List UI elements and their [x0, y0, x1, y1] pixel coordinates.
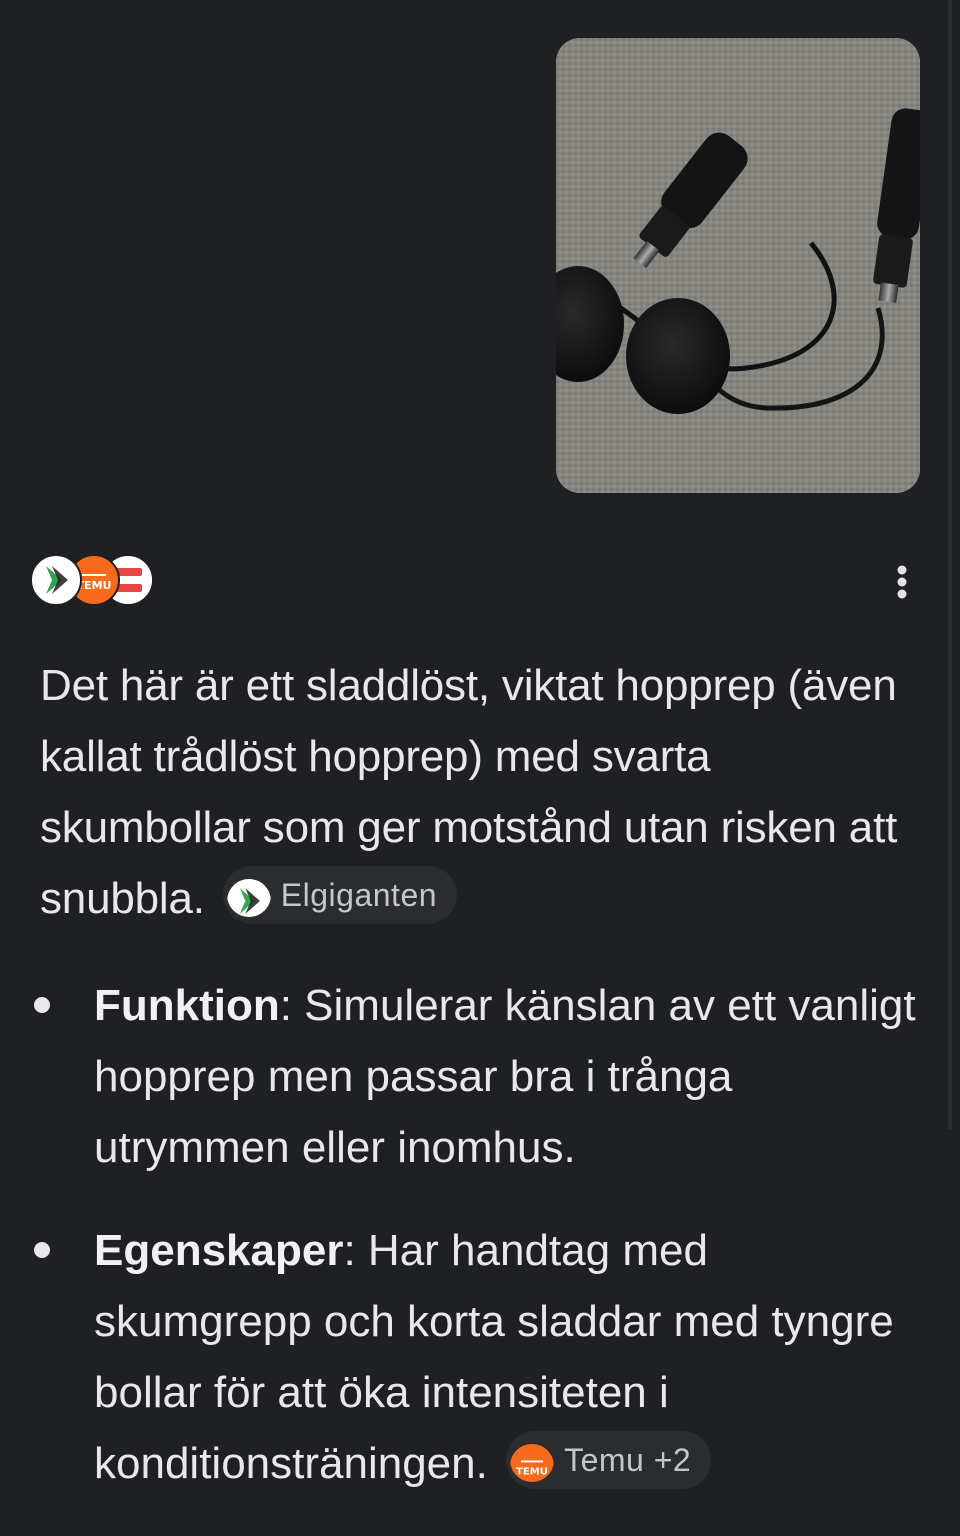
bullet-dot [34, 1242, 50, 1258]
bullet-term: Funktion [94, 981, 280, 1030]
bullet-term: Egenskaper [94, 1226, 344, 1275]
bullet-dot [34, 997, 50, 1013]
elgiganten-logo-icon [226, 873, 271, 918]
more-vert-icon [897, 565, 907, 599]
list-item: Funktion: Simulerar känslan av ett vanli… [34, 970, 920, 1183]
answer-text: Det här är ett sladdlöst, viktat hopprep… [40, 661, 898, 923]
jump-rope-photo-icon [556, 38, 920, 493]
answer-paragraph: Det här är ett sladdlöst, viktat hopprep… [40, 650, 920, 934]
list-item: Egenskaper: Har handtag med skumgrepp oc… [34, 1215, 920, 1499]
citation-label: Temu +2 [564, 1442, 692, 1479]
scrollbar[interactable] [948, 0, 952, 1130]
ai-overview-page: TEMU Det här är ett sladdlöst, viktat ho… [0, 0, 960, 1536]
citation-chip-temu[interactable]: TEMU Temu +2 [506, 1431, 712, 1490]
uploaded-photo[interactable] [556, 38, 920, 493]
source-favicons[interactable]: TEMU [30, 554, 170, 606]
temu-logo-icon: TEMU [510, 1438, 555, 1483]
bullet-list: Funktion: Simulerar känslan av ett vanli… [34, 970, 920, 1531]
more-options-button[interactable] [884, 560, 920, 604]
svg-text:TEMU: TEMU [516, 1467, 548, 1478]
citation-label: Elgiganten [280, 877, 438, 914]
citation-chip-elgiganten[interactable]: Elgiganten [222, 866, 458, 925]
elgiganten-logo-icon [30, 554, 82, 606]
